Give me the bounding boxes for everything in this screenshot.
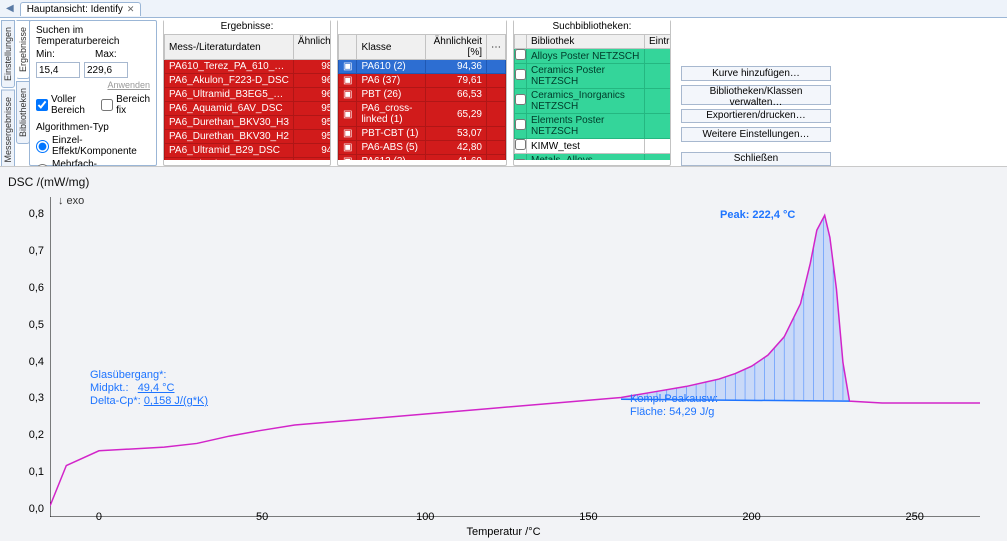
table-row[interactable]: Elements Poster NETZSCH104 [515,114,671,139]
vtab-messergebnisse[interactable]: Messergebnisse [1,90,15,170]
bereich-fix-check[interactable] [101,99,113,111]
vtab-ergebnisse[interactable]: Ergebnisse [16,20,30,79]
more-settings-button[interactable]: Weitere Einstellungen… [681,127,831,142]
x-tick: 250 [906,511,924,523]
main-tab[interactable]: Hauptansicht: Identify ✕ [20,2,142,16]
table-row[interactable]: ▣PA610 (2)94,36 [339,60,506,74]
table-row[interactable]: ▣PBT-CBT (1)53,07 [339,127,506,141]
lib-row-check[interactable] [515,69,526,80]
meas-col2[interactable]: Ähnlichkeit [%] [293,35,330,60]
y-tick: 0,4 [22,356,44,368]
search-panel: Suchen im Temperaturbereich Min: Max: An… [29,20,157,166]
table-row[interactable]: KIMW_test2 [515,139,671,154]
glass-annotation: Glasübergang*: Midpkt.: 49,4 °C Delta-Cp… [90,369,208,408]
x-tick: 150 [579,511,597,523]
min-input[interactable] [36,62,80,78]
klasse-col-menu[interactable]: ⋯ [487,35,506,60]
x-tick: 50 [256,511,268,523]
chart-area[interactable]: DSC /(mW/mg) ↓ exo Temperatur /°C 0,00,1… [0,166,1007,541]
table-row[interactable]: ▣PA6_cross-linked (1)65,29 [339,102,506,127]
button-column: Kurve hinzufügen… Bibliotheken/Klassen v… [681,20,831,166]
vtab-bibliotheken[interactable]: Bibliotheken [16,81,30,144]
lib-table[interactable]: BibliothekEinträge⋯ Alloys Poster NETZSC… [514,34,670,160]
peak-annotation: Peak: 222,4 °C [720,209,795,222]
table-row[interactable]: ▣PA6 (37)79,61 [339,74,506,88]
close-button[interactable]: Schließen [681,152,831,167]
table-row[interactable]: PA6_Ultramid_B29_DSC94,54 [165,144,331,158]
algo-title: Algorithmen-Typ [36,122,150,133]
table-row[interactable]: PA6_Altech_PA6_A_20…93,64 [165,158,331,161]
table-row[interactable]: ▣PA612 (3)41,60 [339,155,506,161]
table-row[interactable]: PA6_Akulon_F223-D_DSC96,81 [165,74,331,88]
export-print-button[interactable]: Exportieren/drucken… [681,109,831,124]
y-tick: 0,2 [22,429,44,441]
library-group: Suchbibliotheken: BibliothekEinträge⋯ Al… [513,20,671,166]
apply-link[interactable]: Anwenden [36,80,150,90]
klasse-col2[interactable]: Ähnlichkeit [%] [426,35,487,60]
close-icon[interactable]: ✕ [127,4,135,15]
y-axis-label: DSC /(mW/mg) [8,175,89,189]
results-title: Ergebnisse: [164,20,330,33]
table-row[interactable]: PA6_Durethan_BKV30_H295,02 [165,130,331,144]
algo-einzel-radio[interactable] [36,140,49,153]
voller-bereich-check[interactable] [36,99,48,111]
lib-row-check[interactable] [515,139,526,150]
max-label: Max: [95,49,117,60]
lib-row-check[interactable] [515,94,526,105]
x-tick: 100 [416,511,434,523]
lib-row-check[interactable] [515,159,526,160]
table-row[interactable]: Ceramics_Inorganics NETZSCH255 [515,89,671,114]
vertical-tabs: Einstellungen Messergebnisse Ergebnisse … [0,20,30,166]
add-curve-button[interactable]: Kurve hinzufügen… [681,66,831,81]
search-title: Suchen im Temperaturbereich [36,25,150,47]
y-tick: 0,7 [22,245,44,257]
lib-col1[interactable]: Bibliothek [527,35,645,49]
max-input[interactable] [84,62,128,78]
table-row[interactable]: PA610_Terez_PA_610_…98,47 [165,60,331,74]
lib-col2[interactable]: Einträge [644,35,670,49]
y-tick: 0,6 [22,282,44,294]
top-controls: Einstellungen Messergebnisse Ergebnisse … [0,18,1007,166]
lib-row-check[interactable] [515,49,526,60]
lib-row-check[interactable] [515,119,526,130]
y-tick: 0,1 [22,466,44,478]
y-tick: 0,5 [22,319,44,331]
tab-strip: ◀ Hauptansicht: Identify ✕ [0,0,1007,18]
table-row[interactable]: ▣PBT (26)66,53 [339,88,506,102]
min-label: Min: [36,49,55,60]
tab-prev-icon[interactable]: ◀ [2,3,18,14]
results-group-2: KlasseÄhnlichkeit [%]⋯ ▣PA610 (2)94,36▣P… [337,20,507,166]
meas-col1[interactable]: Mess-/Literaturdaten [165,35,294,60]
tab-title: Hauptansicht: Identify [27,4,123,15]
manage-libraries-button[interactable]: Bibliotheken/Klassen verwalten… [681,85,831,105]
klasse-table[interactable]: KlasseÄhnlichkeit [%]⋯ ▣PA610 (2)94,36▣P… [338,34,506,160]
x-axis-label: Temperatur /°C [466,526,540,538]
vtab-einstellungen[interactable]: Einstellungen [1,20,15,88]
kompl-annotation: Kompl.Peakausw: Fläche: 54,29 J/g [630,393,718,419]
results-group-1: Ergebnisse: Mess-/LiteraturdatenÄhnlichk… [163,20,331,166]
klasse-col1[interactable]: Klasse [357,35,426,60]
y-tick: 0,0 [22,503,44,515]
x-tick: 0 [96,511,102,523]
table-row[interactable]: Metals_Alloys NETZSCH135 [515,154,671,161]
library-title: Suchbibliotheken: [514,20,670,33]
table-row[interactable]: PA6_Aquamid_6AV_DSC95,42 [165,102,331,116]
dsc-plot [50,197,980,517]
x-tick: 200 [742,511,760,523]
bereichfix-label: Bereich fix [116,94,150,116]
algo-einzel-label: Einzel-Effekt/Komponente [52,135,150,157]
meas-table[interactable]: Mess-/LiteraturdatenÄhnlichkeit [%]⋯ PA6… [164,34,330,160]
y-tick: 0,8 [22,208,44,220]
table-row[interactable]: PA6_Ultramid_B3EG5_…96,51 [165,88,331,102]
voller-label: Voller Bereich [51,94,94,116]
table-row[interactable]: Alloys Poster NETZSCH42 [515,49,671,64]
y-tick: 0,3 [22,392,44,404]
table-row[interactable]: Ceramics Poster NETZSCH32 [515,64,671,89]
table-row[interactable]: ▣PA6-ABS (5)42,80 [339,141,506,155]
table-row[interactable]: PA6_Durethan_BKV30_H395,28 [165,116,331,130]
